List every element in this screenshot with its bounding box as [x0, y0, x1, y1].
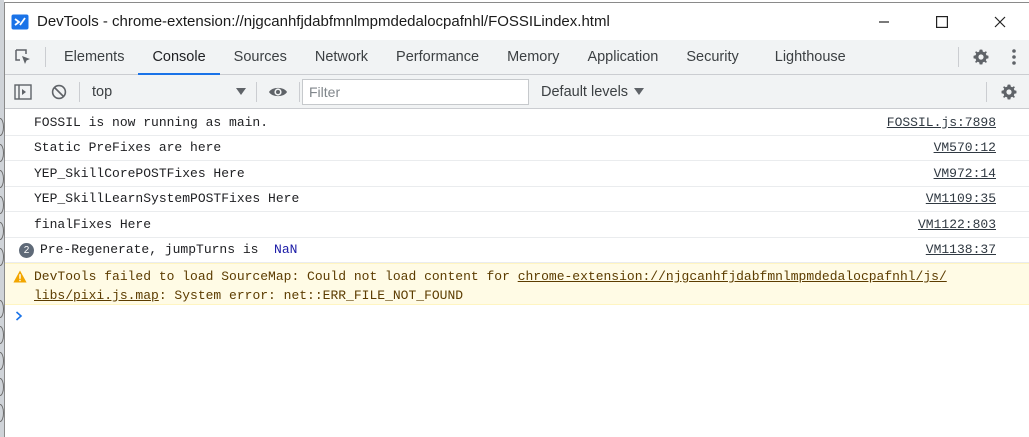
maximize-button[interactable]	[913, 3, 971, 40]
console-prompt[interactable]	[5, 305, 1029, 327]
console-settings-button[interactable]	[989, 83, 1029, 101]
message-value: NaN	[274, 242, 298, 258]
toolbar-divider	[79, 81, 80, 102]
toolbar-divider	[256, 81, 257, 102]
tab-lighthouse[interactable]: Lighthouse	[753, 40, 860, 74]
toolbar-divider	[958, 47, 959, 67]
close-icon	[994, 16, 1006, 27]
console-message: Static PreFixes are here VM570:12	[5, 136, 1029, 161]
console-toolbar: top Default levels	[5, 75, 1029, 109]
log-levels-dropdown[interactable]: Default levels	[541, 83, 645, 100]
title-bar[interactable]: DevTools - chrome-extension://njgcanhfjd…	[5, 3, 1029, 40]
caret-down-icon	[236, 87, 246, 95]
clear-block-icon	[51, 84, 67, 99]
show-sidebar-button[interactable]	[5, 83, 41, 100]
sourcemap-link-continued[interactable]: libs/pixi.js.map	[34, 288, 159, 303]
warning-triangle-icon	[13, 270, 27, 287]
log-levels-label: Default levels	[541, 83, 629, 100]
message-text: YEP_SkillCorePOSTFixes Here	[34, 165, 245, 181]
source-link[interactable]: FOSSIL.js:7898	[887, 115, 996, 130]
tab-performance[interactable]: Performance	[382, 40, 493, 74]
gear-icon	[973, 49, 989, 65]
warning-message: DevTools failed to load SourceMap: Could…	[5, 263, 1029, 305]
context-label: top	[92, 83, 113, 100]
inspect-element-button[interactable]	[5, 40, 41, 74]
console-message: FOSSIL is now running as main. FOSSIL.js…	[5, 110, 1029, 136]
source-link[interactable]: VM972:14	[934, 166, 996, 181]
eye-icon	[269, 87, 287, 96]
console-message: YEP_SkillLearnSystemPOSTFixes Here VM110…	[5, 187, 1029, 212]
minimize-button[interactable]	[855, 3, 913, 40]
sidebar-toggle-icon	[14, 83, 32, 100]
filter-input[interactable]	[302, 78, 529, 105]
repeat-count-badge: 2	[19, 242, 34, 258]
console-output: FOSSIL is now running as main. FOSSIL.js…	[5, 110, 1029, 437]
toolbar-divider	[299, 81, 300, 102]
panel-tab-bar: Elements Console Sources Network Perform…	[5, 40, 1029, 75]
gear-icon	[1001, 84, 1017, 100]
toolbar-divider	[986, 82, 987, 102]
tab-elements[interactable]: Elements	[50, 40, 138, 74]
settings-button[interactable]	[963, 48, 999, 66]
message-text: Pre-Regenerate, jumpTurns is	[40, 242, 275, 258]
window-title: DevTools - chrome-extension://njgcanhfjd…	[37, 13, 610, 30]
devtools-window: DevTools - chrome-extension://njgcanhfjd…	[4, 2, 1029, 437]
tab-sources[interactable]: Sources	[220, 40, 301, 74]
source-link[interactable]: VM1109:35	[926, 191, 996, 206]
console-message: 2 Pre-Regenerate, jumpTurns is NaN VM113…	[5, 238, 1029, 263]
source-link[interactable]: VM1138:37	[926, 242, 996, 257]
toolbar-divider	[45, 47, 46, 67]
warning-text: DevTools failed to load SourceMap: Could…	[34, 269, 518, 284]
message-text: FOSSIL is now running as main.	[34, 114, 269, 130]
console-message: YEP_SkillCorePOSTFixes Here VM972:14	[5, 161, 1029, 187]
context-selector[interactable]: top	[82, 79, 254, 105]
minimize-icon	[879, 20, 889, 23]
sourcemap-link[interactable]: chrome-extension://njgcanhfjdabfmnlmpmde…	[518, 269, 947, 284]
devtools-app-icon	[11, 13, 29, 31]
caret-down-icon	[634, 87, 645, 95]
close-button[interactable]	[971, 3, 1029, 40]
more-options-button[interactable]	[999, 48, 1029, 66]
tab-console[interactable]: Console	[138, 40, 220, 75]
message-text: YEP_SkillLearnSystemPOSTFixes Here	[34, 191, 300, 207]
tab-network[interactable]: Network	[301, 40, 382, 74]
source-link[interactable]: VM570:12	[934, 140, 996, 155]
clear-console-button[interactable]	[41, 84, 77, 100]
message-text: finalFixes Here	[34, 216, 152, 232]
kebab-menu-icon	[1012, 49, 1016, 65]
tab-memory[interactable]: Memory	[493, 40, 573, 74]
prompt-chevron-icon	[15, 311, 23, 321]
source-link[interactable]: VM1122:803	[918, 217, 996, 232]
message-text: Static PreFixes are here	[34, 140, 222, 156]
inspect-cursor-icon	[15, 49, 30, 64]
warning-error-text: : System error: net::ERR_FILE_NOT_FOUND	[158, 288, 464, 303]
tab-security[interactable]: Security	[672, 40, 752, 74]
maximize-icon	[936, 15, 948, 28]
tab-application[interactable]: Application	[573, 40, 672, 74]
console-message: finalFixes Here VM1122:803	[5, 212, 1029, 238]
live-expression-button[interactable]	[259, 85, 297, 99]
